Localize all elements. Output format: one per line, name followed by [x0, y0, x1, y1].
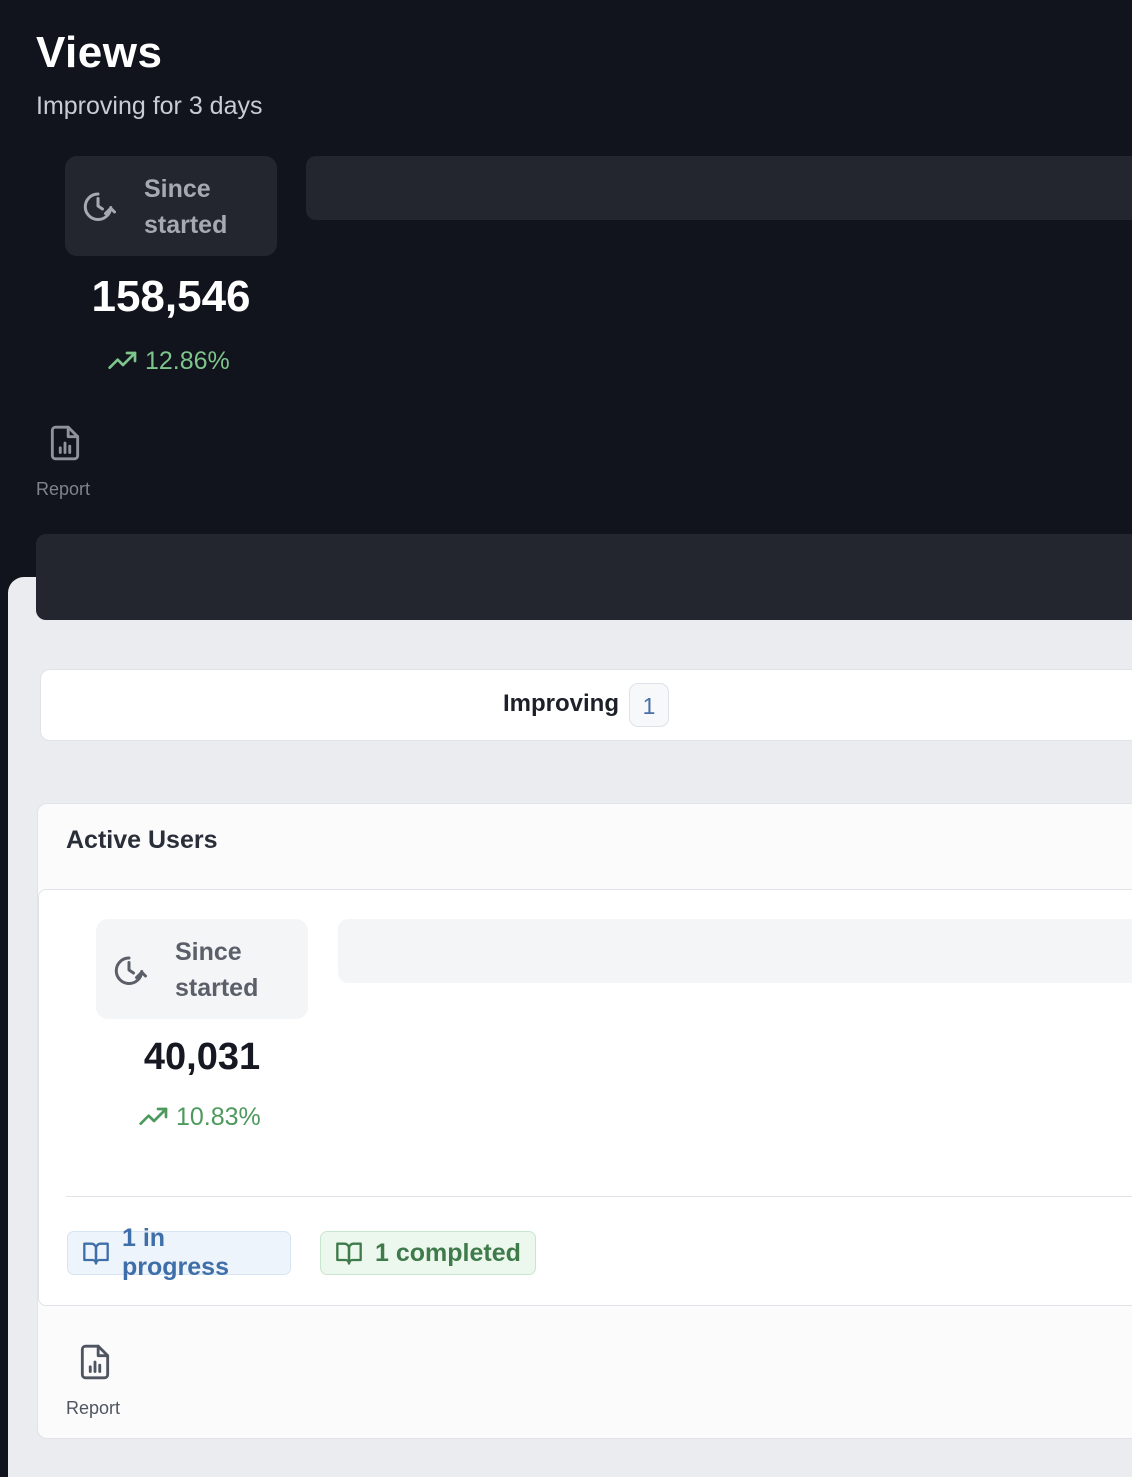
divider	[66, 1196, 1132, 1197]
active-users-value: 40,031	[143, 1036, 261, 1078]
active-users-trend: 10.83%	[138, 1101, 261, 1133]
dark-banner	[36, 534, 1132, 620]
open-book-icon	[335, 1239, 363, 1267]
tab-improving[interactable]: Improving	[503, 690, 619, 718]
report-button[interactable]: Report	[36, 479, 90, 500]
report-button[interactable]: Report	[66, 1398, 120, 1419]
completed-chip[interactable]: 1 completed	[320, 1231, 536, 1275]
file-chart-icon[interactable]	[76, 1343, 114, 1381]
tab-count-badge: 1	[629, 683, 669, 727]
chart-placeholder	[306, 156, 1132, 220]
in-progress-chip[interactable]: 1 in progress	[67, 1224, 291, 1281]
card-title: Active Users	[66, 826, 218, 854]
page-subtitle: Improving for 3 days	[36, 92, 263, 120]
page-title: Views	[36, 28, 163, 77]
open-book-icon	[82, 1239, 110, 1267]
period-label: Since started	[144, 175, 228, 239]
clock-refresh-icon	[111, 952, 147, 988]
views-trend: 12.86%	[107, 345, 230, 377]
file-chart-icon[interactable]	[46, 424, 84, 462]
trending-up-icon	[138, 1101, 170, 1133]
views-value: 158,546	[91, 272, 251, 321]
period-label: Since started	[175, 938, 259, 1002]
chart-placeholder	[338, 919, 1132, 983]
trending-up-icon	[107, 345, 139, 377]
clock-refresh-icon	[80, 188, 116, 224]
